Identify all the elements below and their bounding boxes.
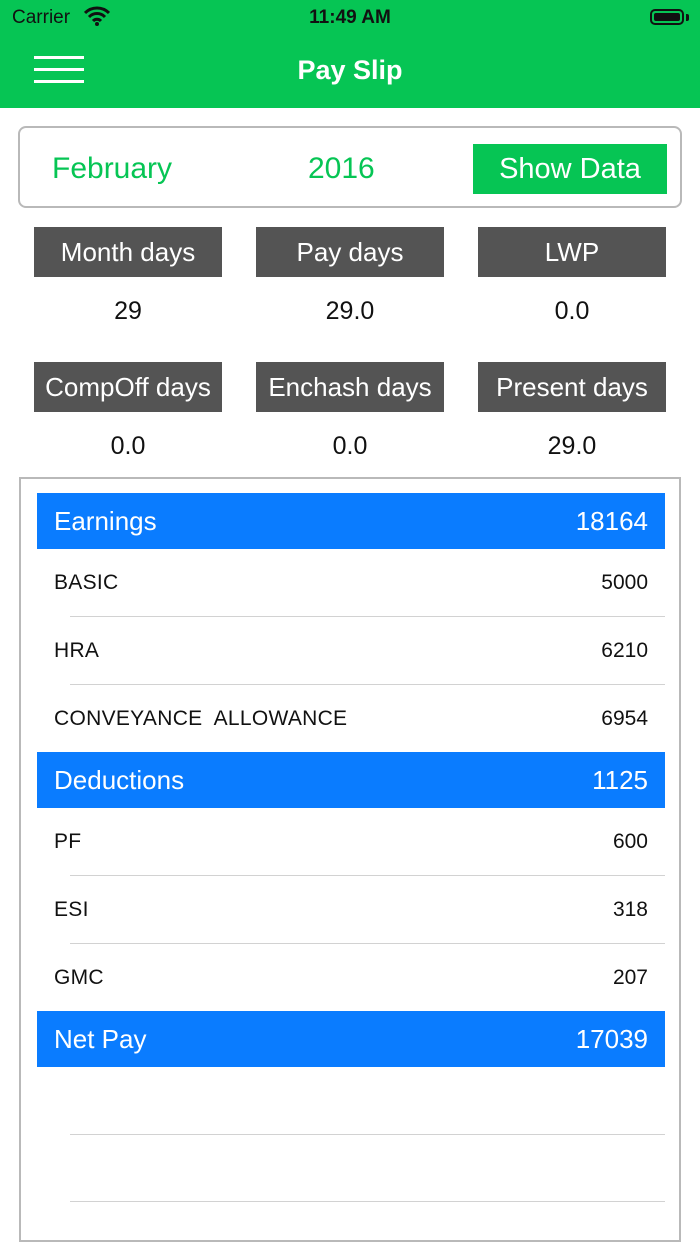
stat-label: Month days bbox=[34, 227, 222, 277]
stat-label: Present days bbox=[478, 362, 666, 412]
row-label: HRA bbox=[54, 638, 100, 662]
table-row: PF 600 bbox=[37, 808, 665, 875]
nav-header: Carrier 11:49 AM Pay Slip bbox=[0, 0, 700, 108]
year-picker[interactable]: 2016 bbox=[308, 152, 375, 186]
row-label: BASIC bbox=[54, 570, 119, 594]
battery-tip bbox=[686, 14, 689, 21]
section-title: Earnings bbox=[54, 505, 157, 536]
stat-label: CompOff days bbox=[34, 362, 222, 412]
show-data-button[interactable]: Show Data bbox=[473, 144, 667, 194]
row-value: 207 bbox=[612, 965, 648, 989]
status-bar: Carrier 11:49 AM bbox=[0, 0, 700, 36]
table-row: HRA 6210 bbox=[37, 617, 665, 684]
net-pay-header: Net Pay 17039 bbox=[37, 1011, 665, 1067]
row-value: 5000 bbox=[601, 570, 648, 594]
row-label: CONVEYANCE ALLOWANCE bbox=[54, 706, 348, 730]
stat-value: 29.0 bbox=[547, 432, 597, 460]
stat-value: 29 bbox=[114, 297, 142, 325]
earnings-header: Earnings 18164 bbox=[37, 493, 665, 549]
section-total: 1125 bbox=[592, 764, 648, 795]
stat-value: 29.0 bbox=[325, 297, 375, 325]
section-total: 18164 bbox=[575, 505, 648, 536]
row-label: PF bbox=[54, 829, 82, 853]
month-picker[interactable]: February bbox=[52, 152, 172, 186]
table-row: CONVEYANCE ALLOWANCE 6954 bbox=[37, 685, 665, 752]
row-label: GMC bbox=[54, 965, 104, 989]
payslip-table[interactable]: Earnings 18164 BASIC 5000 HRA 6210 CONVE… bbox=[19, 477, 681, 1242]
section-title: Deductions bbox=[54, 764, 185, 795]
stat-value: 0.0 bbox=[554, 297, 590, 325]
stat-value: 0.0 bbox=[110, 432, 146, 460]
table-row: GMC 207 bbox=[37, 944, 665, 1011]
stat-label: Pay days bbox=[256, 227, 444, 277]
stat-enchash-days: Enchash days 0.0 bbox=[256, 362, 444, 461]
table-row: ESI 318 bbox=[37, 876, 665, 943]
table-row: BASIC 5000 bbox=[37, 549, 665, 616]
stat-label: LWP bbox=[478, 227, 666, 277]
row-divider bbox=[70, 1201, 665, 1202]
deductions-header: Deductions 1125 bbox=[37, 752, 665, 808]
page-title: Pay Slip bbox=[297, 55, 403, 85]
row-value: 6210 bbox=[601, 638, 648, 662]
row-divider bbox=[70, 1134, 665, 1135]
stat-label: Enchash days bbox=[256, 362, 444, 412]
stat-month-days: Month days 29 bbox=[34, 227, 222, 326]
battery-icon bbox=[650, 9, 684, 25]
row-label: ESI bbox=[54, 897, 89, 921]
row-value: 600 bbox=[612, 829, 648, 853]
period-selector: February 2016 Show Data bbox=[18, 126, 682, 208]
clock: 11:49 AM bbox=[309, 7, 391, 28]
stat-present-days: Present days 29.0 bbox=[478, 362, 666, 461]
stat-compoff-days: CompOff days 0.0 bbox=[34, 362, 222, 461]
stat-lwp: LWP 0.0 bbox=[478, 227, 666, 326]
stat-pay-days: Pay days 29.0 bbox=[256, 227, 444, 326]
row-value: 318 bbox=[612, 897, 648, 921]
row-value: 6954 bbox=[601, 706, 648, 730]
section-title: Net Pay bbox=[54, 1023, 147, 1054]
section-total: 17039 bbox=[575, 1023, 648, 1054]
stat-value: 0.0 bbox=[332, 432, 368, 460]
